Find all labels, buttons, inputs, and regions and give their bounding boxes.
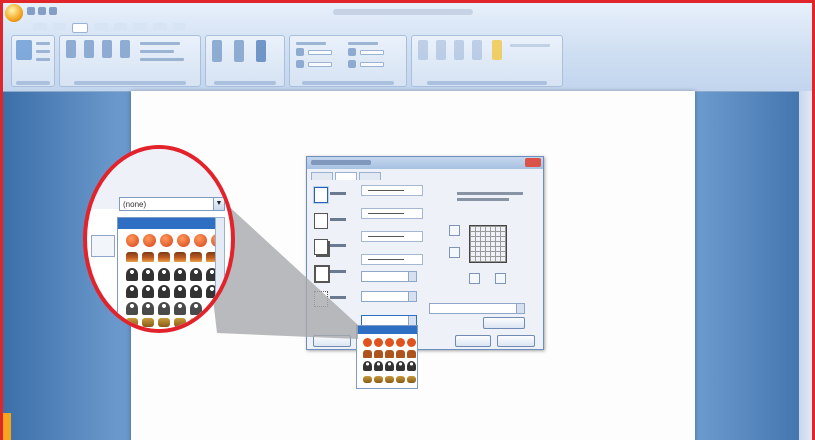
art-dropdown-value[interactable]: (none) <box>119 197 215 211</box>
people-art[interactable] <box>126 285 218 298</box>
people-art[interactable] <box>126 268 218 281</box>
people-art[interactable] <box>126 302 202 315</box>
magnifier-callout: (none) ▼ <box>83 145 235 333</box>
art-dropdown-list-zoomed <box>117 217 224 329</box>
preview-fragment <box>91 235 115 257</box>
decorative-corner <box>3 413 11 440</box>
cats-art[interactable] <box>126 318 218 327</box>
orange-dots-art[interactable] <box>126 234 224 247</box>
list-scrollbar[interactable] <box>215 217 225 329</box>
cake-art[interactable] <box>126 252 218 262</box>
chevron-down-icon[interactable]: ▼ <box>213 197 225 211</box>
screenshot-frame: . . . . . . . . <box>0 0 815 440</box>
art-option-none[interactable] <box>118 218 216 229</box>
